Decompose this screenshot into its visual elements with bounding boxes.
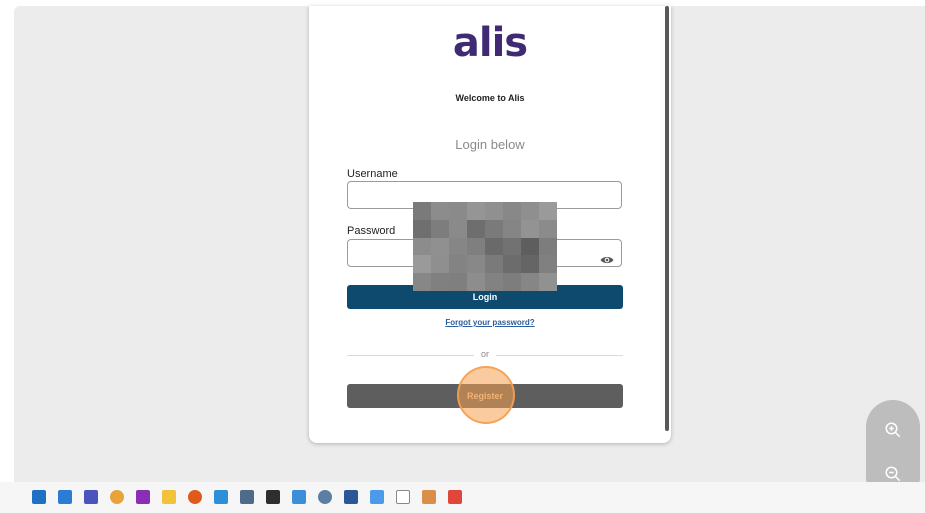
welcome-heading: Welcome to Alis bbox=[455, 93, 525, 103]
show-password-eye-icon[interactable] bbox=[600, 253, 614, 267]
redacted-pixelated-area bbox=[413, 202, 557, 291]
zoom-out-icon[interactable] bbox=[884, 465, 902, 483]
password-label: Password bbox=[347, 225, 396, 237]
forgot-password-link[interactable]: Forgot your password? bbox=[309, 318, 671, 327]
settings-icon[interactable] bbox=[318, 490, 332, 504]
scrollbar[interactable] bbox=[665, 6, 669, 431]
taskbar bbox=[0, 482, 925, 513]
mail-icon[interactable] bbox=[58, 490, 72, 504]
chrome-icon[interactable] bbox=[110, 490, 124, 504]
onenote-icon[interactable] bbox=[136, 490, 150, 504]
outlook-icon[interactable] bbox=[32, 490, 46, 504]
alis-logo: alis bbox=[452, 20, 528, 66]
login-subtitle: Login below bbox=[455, 137, 525, 152]
login-card: alis Welcome to Alis Login below Usernam… bbox=[309, 6, 671, 443]
network-icon[interactable] bbox=[292, 490, 306, 504]
pdf-icon[interactable] bbox=[448, 490, 462, 504]
calculator-icon[interactable] bbox=[240, 490, 254, 504]
shield-icon[interactable] bbox=[422, 490, 436, 504]
or-label: or bbox=[474, 349, 496, 359]
search-tool-icon[interactable] bbox=[188, 490, 202, 504]
calendar-icon[interactable] bbox=[370, 490, 384, 504]
word-icon[interactable] bbox=[344, 490, 358, 504]
file-explorer-icon[interactable] bbox=[162, 490, 176, 504]
click-highlight bbox=[457, 366, 515, 424]
username-label: Username bbox=[347, 168, 398, 180]
browser-viewport: alis Welcome to Alis Login below Usernam… bbox=[14, 6, 925, 482]
teams-icon[interactable] bbox=[84, 490, 98, 504]
sticky-notes-icon[interactable] bbox=[266, 490, 280, 504]
zoom-in-icon[interactable] bbox=[884, 421, 902, 439]
notepad-icon[interactable] bbox=[396, 490, 410, 504]
app-icon[interactable] bbox=[214, 490, 228, 504]
